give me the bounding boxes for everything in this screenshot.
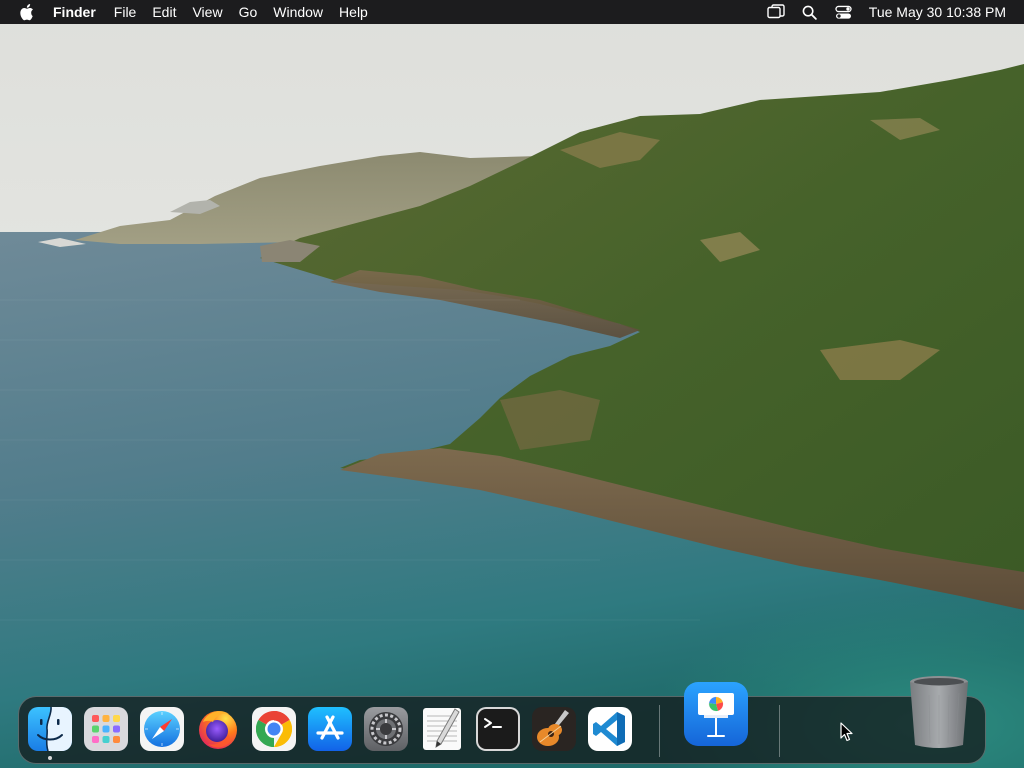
menu-window[interactable]: Window [265,0,331,24]
dock-item-chrome[interactable] [251,706,297,752]
textedit-icon [423,708,461,750]
desktop-wallpaper [0,0,1024,768]
keynote-icon [684,682,748,746]
vscode-icon [588,707,632,751]
dock-item-launchpad[interactable] [83,706,129,752]
menu-help[interactable]: Help [331,0,376,24]
garageband-icon [532,707,576,751]
chrome-icon [252,707,296,751]
safari-icon [140,707,184,751]
dock-item-garageband[interactable] [531,706,577,752]
menu-view[interactable]: View [184,0,230,24]
dock-item-vscode[interactable] [587,706,633,752]
menu-file[interactable]: File [106,0,145,24]
dock-item-firefox[interactable] [195,706,241,752]
dock-divider-trash [779,705,780,757]
dock-item-terminal[interactable] [475,706,521,752]
app-store-icon [308,707,352,751]
firefox-icon [199,711,237,749]
apple-icon[interactable] [18,3,34,21]
dock-divider [659,705,660,757]
menu-go[interactable]: Go [231,0,266,24]
trash-icon [910,676,968,748]
running-indicator [48,756,52,760]
menu-bar: Finder File Edit View Go Window Help Tue… [0,0,1024,24]
launchpad-icon [84,707,128,751]
dock-item-safari[interactable] [139,706,185,752]
dock-item-trash[interactable] [907,673,971,753]
dock-item-app-store[interactable] [307,706,353,752]
system-preferences-icon [364,707,408,751]
dock-item-finder[interactable] [27,706,73,760]
dock-item-keynote[interactable] [683,681,749,747]
screen-mirroring-icon[interactable] [759,0,793,24]
dock-item-textedit[interactable] [419,706,465,752]
mouse-cursor-icon [840,722,853,742]
menu-edit[interactable]: Edit [144,0,184,24]
control-center-icon[interactable] [827,0,861,24]
app-name-menu[interactable]: Finder [53,0,106,24]
menu-bar-clock[interactable]: Tue May 30 10:38 PM [869,4,1006,20]
dock-item-system-preferences[interactable] [363,706,409,752]
finder-icon [28,706,72,752]
spotlight-search-icon[interactable] [793,0,827,24]
terminal-icon [476,707,520,751]
